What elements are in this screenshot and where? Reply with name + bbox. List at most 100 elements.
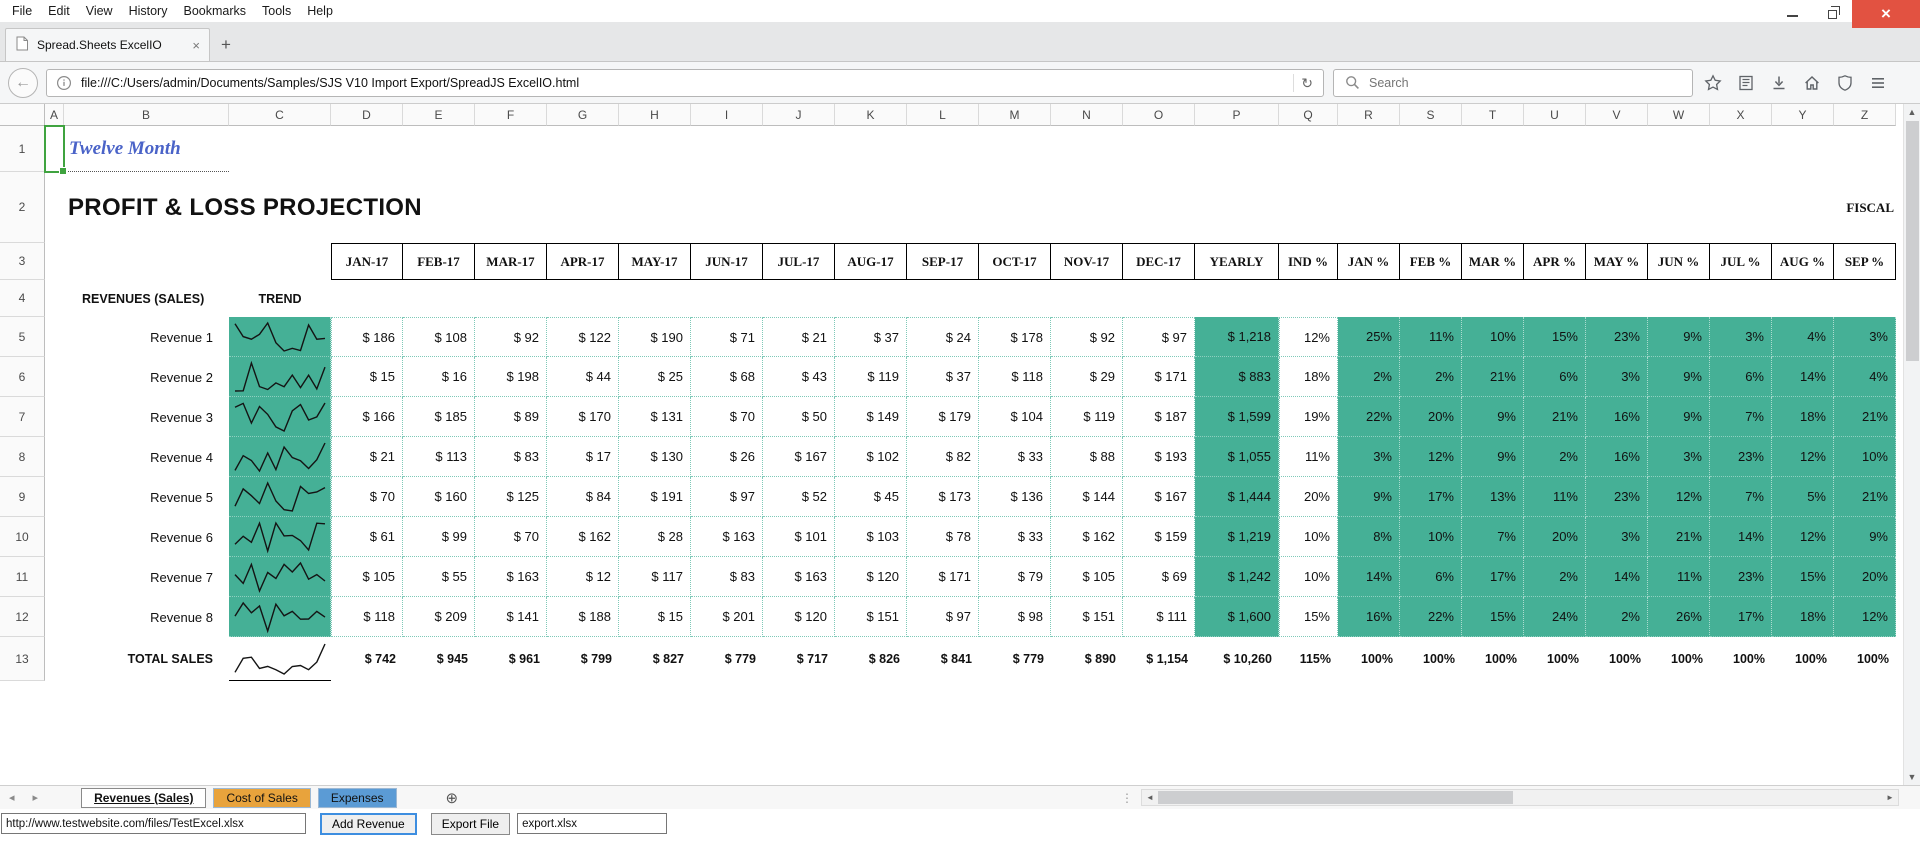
cell-value[interactable]: $ 98 bbox=[979, 597, 1051, 637]
pct-value[interactable]: 17% bbox=[1400, 477, 1462, 517]
pct-value[interactable]: 15% bbox=[1772, 557, 1834, 597]
month-header[interactable]: SEP-17 bbox=[907, 243, 979, 280]
column-header-S[interactable]: S bbox=[1400, 104, 1462, 126]
shield-icon[interactable] bbox=[1835, 73, 1855, 93]
trend-sparkline[interactable] bbox=[229, 357, 331, 397]
bookmark-star-icon[interactable] bbox=[1703, 73, 1723, 93]
pct-value[interactable]: 10% bbox=[1462, 317, 1524, 357]
cell-value[interactable]: $ 171 bbox=[1123, 357, 1195, 397]
cell-value[interactable]: $ 111 bbox=[1123, 597, 1195, 637]
ind-value[interactable]: 20% bbox=[1279, 477, 1338, 517]
row-header-3[interactable]: 3 bbox=[0, 243, 45, 280]
ind-value[interactable]: 11% bbox=[1279, 437, 1338, 477]
pct-value[interactable]: 2% bbox=[1524, 557, 1586, 597]
pct-value[interactable]: 26% bbox=[1648, 597, 1710, 637]
pct-value[interactable]: 11% bbox=[1400, 317, 1462, 357]
cell-value[interactable]: $ 136 bbox=[979, 477, 1051, 517]
ind-value[interactable]: 19% bbox=[1279, 397, 1338, 437]
row-header-6[interactable]: 6 bbox=[0, 357, 45, 397]
close-button[interactable]: × bbox=[1852, 0, 1920, 28]
cell-value[interactable]: $ 17 bbox=[547, 437, 619, 477]
restore-button[interactable] bbox=[1812, 0, 1852, 28]
row-header-13[interactable]: 13 bbox=[0, 637, 45, 681]
export-filename-input[interactable] bbox=[517, 813, 667, 834]
column-header-F[interactable]: F bbox=[475, 104, 547, 126]
pct-header[interactable]: JAN % bbox=[1338, 243, 1400, 280]
ind-value[interactable]: 10% bbox=[1279, 557, 1338, 597]
cell-value[interactable]: $ 162 bbox=[1051, 517, 1123, 557]
cell-value[interactable]: $ 130 bbox=[619, 437, 691, 477]
pct-value[interactable]: 20% bbox=[1834, 557, 1896, 597]
revenue-label[interactable]: Revenue 3 bbox=[64, 397, 229, 437]
revenue-label[interactable]: Revenue 1 bbox=[64, 317, 229, 357]
cell-value[interactable]: $ 119 bbox=[1051, 397, 1123, 437]
pct-value[interactable]: 9% bbox=[1462, 397, 1524, 437]
column-header-P[interactable]: P bbox=[1195, 104, 1279, 126]
column-header-B[interactable]: B bbox=[64, 104, 229, 126]
download-icon[interactable] bbox=[1769, 73, 1789, 93]
month-header[interactable]: DEC-17 bbox=[1123, 243, 1195, 280]
total-value[interactable]: $ 742 bbox=[331, 637, 403, 681]
column-header-O[interactable]: O bbox=[1123, 104, 1195, 126]
pct-value[interactable]: 23% bbox=[1710, 557, 1772, 597]
cell-value[interactable]: $ 99 bbox=[403, 517, 475, 557]
reload-icon[interactable]: ↻ bbox=[1293, 74, 1316, 92]
cell-value[interactable]: $ 68 bbox=[691, 357, 763, 397]
cell-value[interactable]: $ 71 bbox=[691, 317, 763, 357]
cell-value[interactable]: $ 21 bbox=[331, 437, 403, 477]
total-value[interactable]: $ 717 bbox=[763, 637, 835, 681]
revenue-label[interactable]: Revenue 4 bbox=[64, 437, 229, 477]
pct-value[interactable]: 23% bbox=[1710, 437, 1772, 477]
pct-value[interactable]: 20% bbox=[1400, 397, 1462, 437]
trend-sparkline[interactable] bbox=[229, 437, 331, 477]
cell-value[interactable]: $ 78 bbox=[907, 517, 979, 557]
menu-file[interactable]: File bbox=[4, 1, 40, 21]
column-header-N[interactable]: N bbox=[1051, 104, 1123, 126]
total-value[interactable]: $ 826 bbox=[835, 637, 907, 681]
pct-value[interactable]: 2% bbox=[1524, 437, 1586, 477]
cell-value[interactable]: $ 151 bbox=[835, 597, 907, 637]
cell-value[interactable]: $ 141 bbox=[475, 597, 547, 637]
cell-value[interactable]: $ 28 bbox=[619, 517, 691, 557]
total-label[interactable]: TOTAL SALES bbox=[64, 637, 229, 681]
pct-value[interactable]: 12% bbox=[1834, 597, 1896, 637]
pct-value[interactable]: 9% bbox=[1648, 357, 1710, 397]
cell-value[interactable]: $ 33 bbox=[979, 437, 1051, 477]
column-header-G[interactable]: G bbox=[547, 104, 619, 126]
total-value[interactable]: $ 827 bbox=[619, 637, 691, 681]
cell-value[interactable]: $ 170 bbox=[547, 397, 619, 437]
pct-header[interactable]: FEB % bbox=[1400, 243, 1462, 280]
grid-corner[interactable] bbox=[0, 104, 45, 126]
scroll-up-icon[interactable]: ▲ bbox=[1904, 104, 1920, 120]
total-pct[interactable]: 100% bbox=[1338, 637, 1400, 681]
cell-value[interactable]: $ 131 bbox=[619, 397, 691, 437]
column-header-A[interactable]: A bbox=[45, 104, 64, 126]
pct-value[interactable]: 9% bbox=[1462, 437, 1524, 477]
pct-value[interactable]: 20% bbox=[1524, 517, 1586, 557]
cell-value[interactable]: $ 101 bbox=[763, 517, 835, 557]
column-header-D[interactable]: D bbox=[331, 104, 403, 126]
pct-header[interactable]: SEP % bbox=[1834, 243, 1896, 280]
cell-value[interactable]: $ 179 bbox=[907, 397, 979, 437]
cell-value[interactable]: $ 160 bbox=[403, 477, 475, 517]
pct-value[interactable]: 12% bbox=[1772, 517, 1834, 557]
cell-value[interactable]: $ 82 bbox=[907, 437, 979, 477]
new-tab-button[interactable]: + bbox=[210, 31, 242, 58]
pct-value[interactable]: 3% bbox=[1586, 357, 1648, 397]
cell-value[interactable]: $ 201 bbox=[691, 597, 763, 637]
cell-value[interactable]: $ 167 bbox=[1123, 477, 1195, 517]
cell-value[interactable]: $ 120 bbox=[763, 597, 835, 637]
pct-value[interactable]: 14% bbox=[1586, 557, 1648, 597]
pct-value[interactable]: 14% bbox=[1772, 357, 1834, 397]
column-header-Q[interactable]: Q bbox=[1279, 104, 1338, 126]
pct-value[interactable]: 3% bbox=[1834, 317, 1896, 357]
cell-value[interactable]: $ 113 bbox=[403, 437, 475, 477]
revenue-label[interactable]: Revenue 8 bbox=[64, 597, 229, 637]
main-title[interactable]: PROFIT & LOSS PROJECTION bbox=[64, 172, 229, 243]
pct-value[interactable]: 11% bbox=[1524, 477, 1586, 517]
cell-value[interactable]: $ 25 bbox=[619, 357, 691, 397]
cell-value[interactable]: $ 16 bbox=[403, 357, 475, 397]
cell-value[interactable]: $ 118 bbox=[979, 357, 1051, 397]
pct-value[interactable]: 7% bbox=[1710, 477, 1772, 517]
horizontal-scrollbar-thumb[interactable] bbox=[1158, 791, 1513, 804]
